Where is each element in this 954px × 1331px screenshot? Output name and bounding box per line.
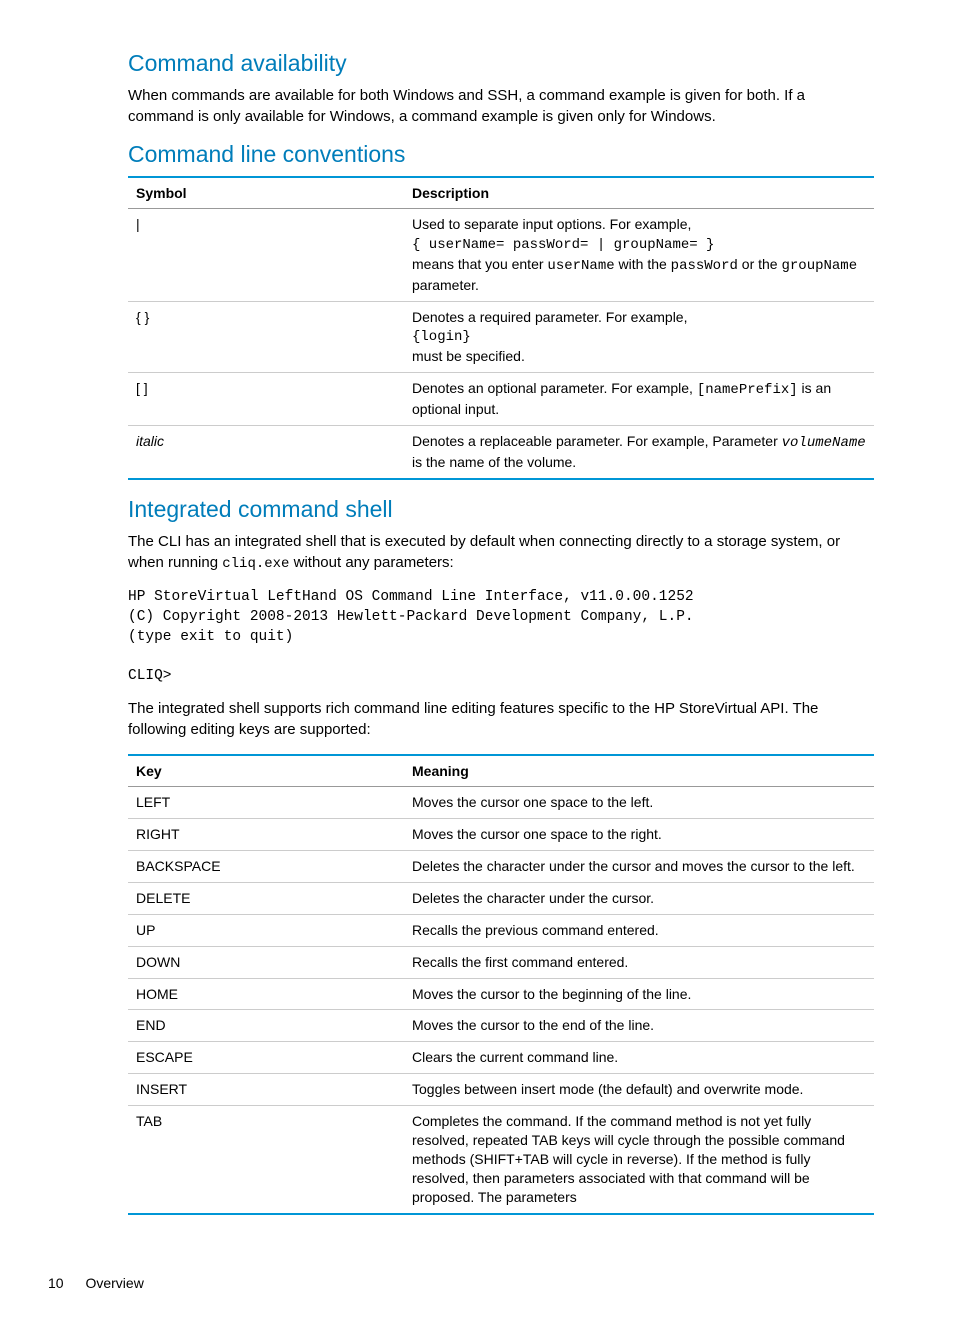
meaning-cell: Recalls the first command entered. [404, 946, 874, 978]
section-name: Overview [85, 1275, 143, 1291]
key-cell: LEFT [128, 787, 404, 819]
text: means that you enter [412, 256, 547, 272]
key-cell: BACKSPACE [128, 850, 404, 882]
conventions-table: Symbol Description | Used to separate in… [128, 176, 874, 480]
text: parameter. [412, 277, 479, 293]
description-cell: Used to separate input options. For exam… [404, 209, 874, 302]
meaning-cell: Moves the cursor to the end of the line. [404, 1010, 874, 1042]
table-row: italic Denotes a replaceable parameter. … [128, 426, 874, 479]
text: Denotes a replaceable parameter. For exa… [412, 433, 782, 449]
text: Used to separate input options. For exam… [412, 216, 691, 232]
symbol-cell: | [128, 209, 404, 302]
table-row: ESCAPEClears the current command line. [128, 1042, 874, 1074]
key-cell: HOME [128, 978, 404, 1010]
table-row: BACKSPACEDeletes the character under the… [128, 850, 874, 882]
description-cell: Denotes a replaceable parameter. For exa… [404, 426, 874, 479]
description-cell: Denotes an optional parameter. For examp… [404, 373, 874, 426]
text: without any parameters: [289, 554, 453, 571]
text: must be specified. [412, 348, 525, 364]
meaning-cell: Deletes the character under the cursor a… [404, 850, 874, 882]
key-cell: DELETE [128, 882, 404, 914]
table-row: TABCompletes the command. If the command… [128, 1106, 874, 1214]
meaning-cell: Clears the current command line. [404, 1042, 874, 1074]
table-header-meaning: Meaning [404, 755, 874, 787]
editing-keys-table: Key Meaning LEFTMoves the cursor one spa… [128, 754, 874, 1214]
text: is the name of the volume. [412, 454, 576, 470]
meaning-cell: Moves the cursor to the beginning of the… [404, 978, 874, 1010]
key-cell: DOWN [128, 946, 404, 978]
key-cell: UP [128, 914, 404, 946]
table-header-symbol: Symbol [128, 177, 404, 209]
meaning-cell: Completes the command. If the command me… [404, 1106, 874, 1214]
table-row: UPRecalls the previous command entered. [128, 914, 874, 946]
meaning-cell: Recalls the previous command entered. [404, 914, 874, 946]
key-cell: END [128, 1010, 404, 1042]
text: Denotes a required parameter. For exampl… [412, 309, 687, 325]
table-row: LEFTMoves the cursor one space to the le… [128, 787, 874, 819]
table-row: INSERTToggles between insert mode (the d… [128, 1074, 874, 1106]
key-cell: RIGHT [128, 819, 404, 851]
symbol-cell: { } [128, 301, 404, 373]
shell-output-block: HP StoreVirtual LeftHand OS Command Line… [128, 588, 874, 686]
table-row: ENDMoves the cursor to the end of the li… [128, 1010, 874, 1042]
code-text: volumeName [782, 435, 866, 451]
table-row: DOWNRecalls the first command entered. [128, 946, 874, 978]
description-cell: Denotes a required parameter. For exampl… [404, 301, 874, 373]
meaning-cell: Moves the cursor one space to the left. [404, 787, 874, 819]
table-row: [ ] Denotes an optional parameter. For e… [128, 373, 874, 426]
text: with the [615, 256, 671, 272]
table-row: RIGHTMoves the cursor one space to the r… [128, 819, 874, 851]
meaning-cell: Toggles between insert mode (the default… [404, 1074, 874, 1106]
code-text: [namePrefix] [697, 382, 798, 398]
code-text: userName [547, 258, 614, 274]
heading-command-availability: Command availability [128, 50, 874, 77]
table-header-key: Key [128, 755, 404, 787]
table-row: DELETEDeletes the character under the cu… [128, 882, 874, 914]
code-text: groupName [781, 258, 857, 274]
text: or the [738, 256, 782, 272]
code-text: cliq.exe [222, 556, 289, 572]
key-cell: INSERT [128, 1074, 404, 1106]
para-command-availability: When commands are available for both Win… [128, 85, 874, 127]
meaning-cell: Deletes the character under the cursor. [404, 882, 874, 914]
para-integrated-shell-intro: The CLI has an integrated shell that is … [128, 531, 874, 575]
table-row: HOMEMoves the cursor to the beginning of… [128, 978, 874, 1010]
page-footer: 10 Overview [48, 1275, 874, 1291]
table-row: { } Denotes a required parameter. For ex… [128, 301, 874, 373]
key-cell: ESCAPE [128, 1042, 404, 1074]
heading-command-line-conventions: Command line conventions [128, 141, 874, 168]
code-text: passWord [671, 258, 738, 274]
table-header-description: Description [404, 177, 874, 209]
para-editing-keys-intro: The integrated shell supports rich comma… [128, 698, 874, 740]
symbol-cell: [ ] [128, 373, 404, 426]
code-text: {login} [412, 329, 471, 345]
text: Denotes an optional parameter. For examp… [412, 380, 697, 396]
key-cell: TAB [128, 1106, 404, 1214]
meaning-cell: Moves the cursor one space to the right. [404, 819, 874, 851]
symbol-cell: italic [128, 426, 404, 479]
heading-integrated-command-shell: Integrated command shell [128, 496, 874, 523]
code-text: { userName= passWord= | groupName= } [412, 237, 714, 253]
table-row: | Used to separate input options. For ex… [128, 209, 874, 302]
page-number: 10 [48, 1275, 64, 1291]
